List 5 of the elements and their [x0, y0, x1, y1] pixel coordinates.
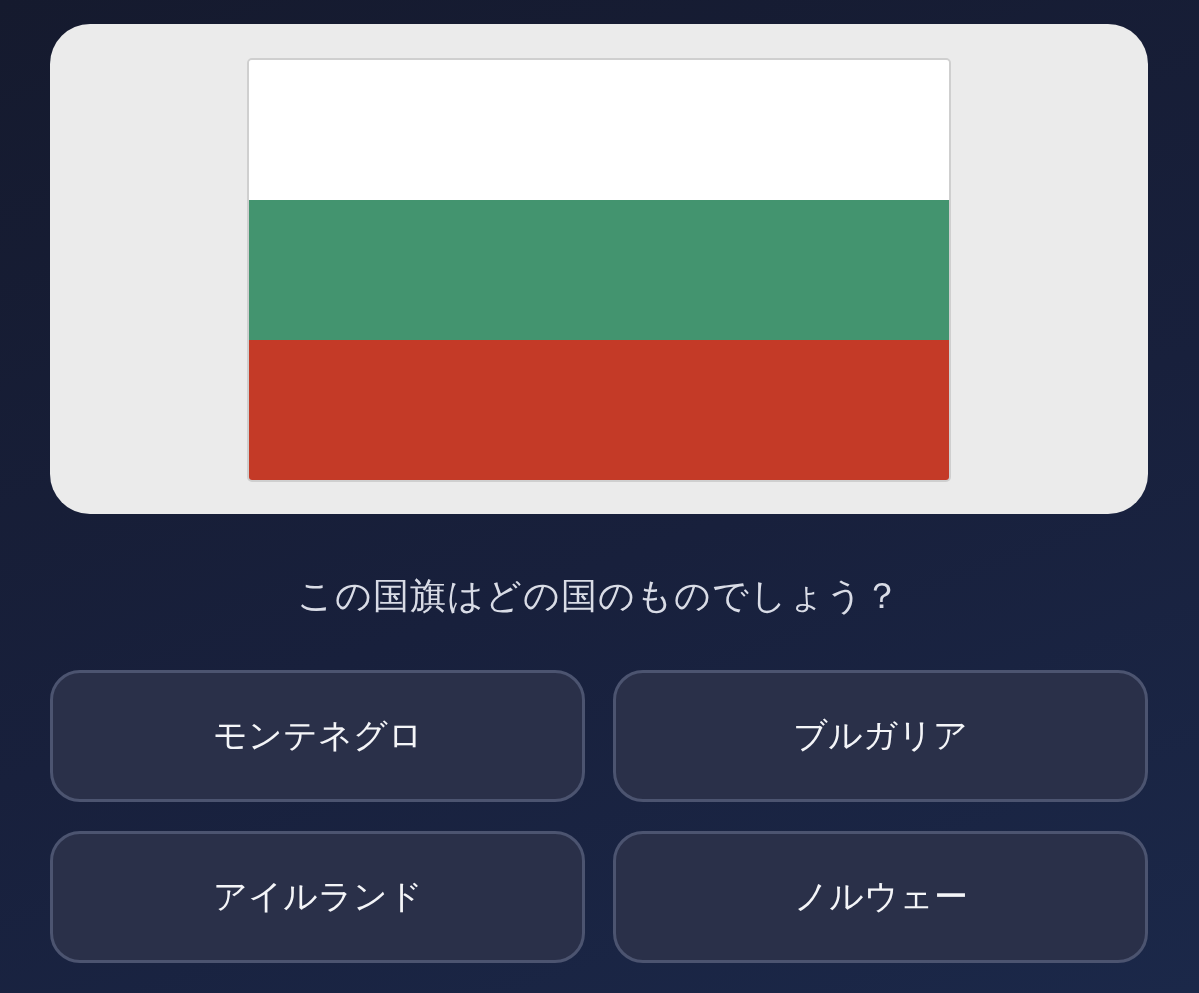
answer-button[interactable]: モンテネグロ	[50, 670, 585, 802]
answer-button[interactable]: ブルガリア	[613, 670, 1148, 802]
question-text: この国旗はどの国のものでしょう？	[296, 574, 902, 618]
answer-button[interactable]: ノルウェー	[613, 831, 1148, 963]
answer-button[interactable]: アイルランド	[50, 831, 585, 963]
